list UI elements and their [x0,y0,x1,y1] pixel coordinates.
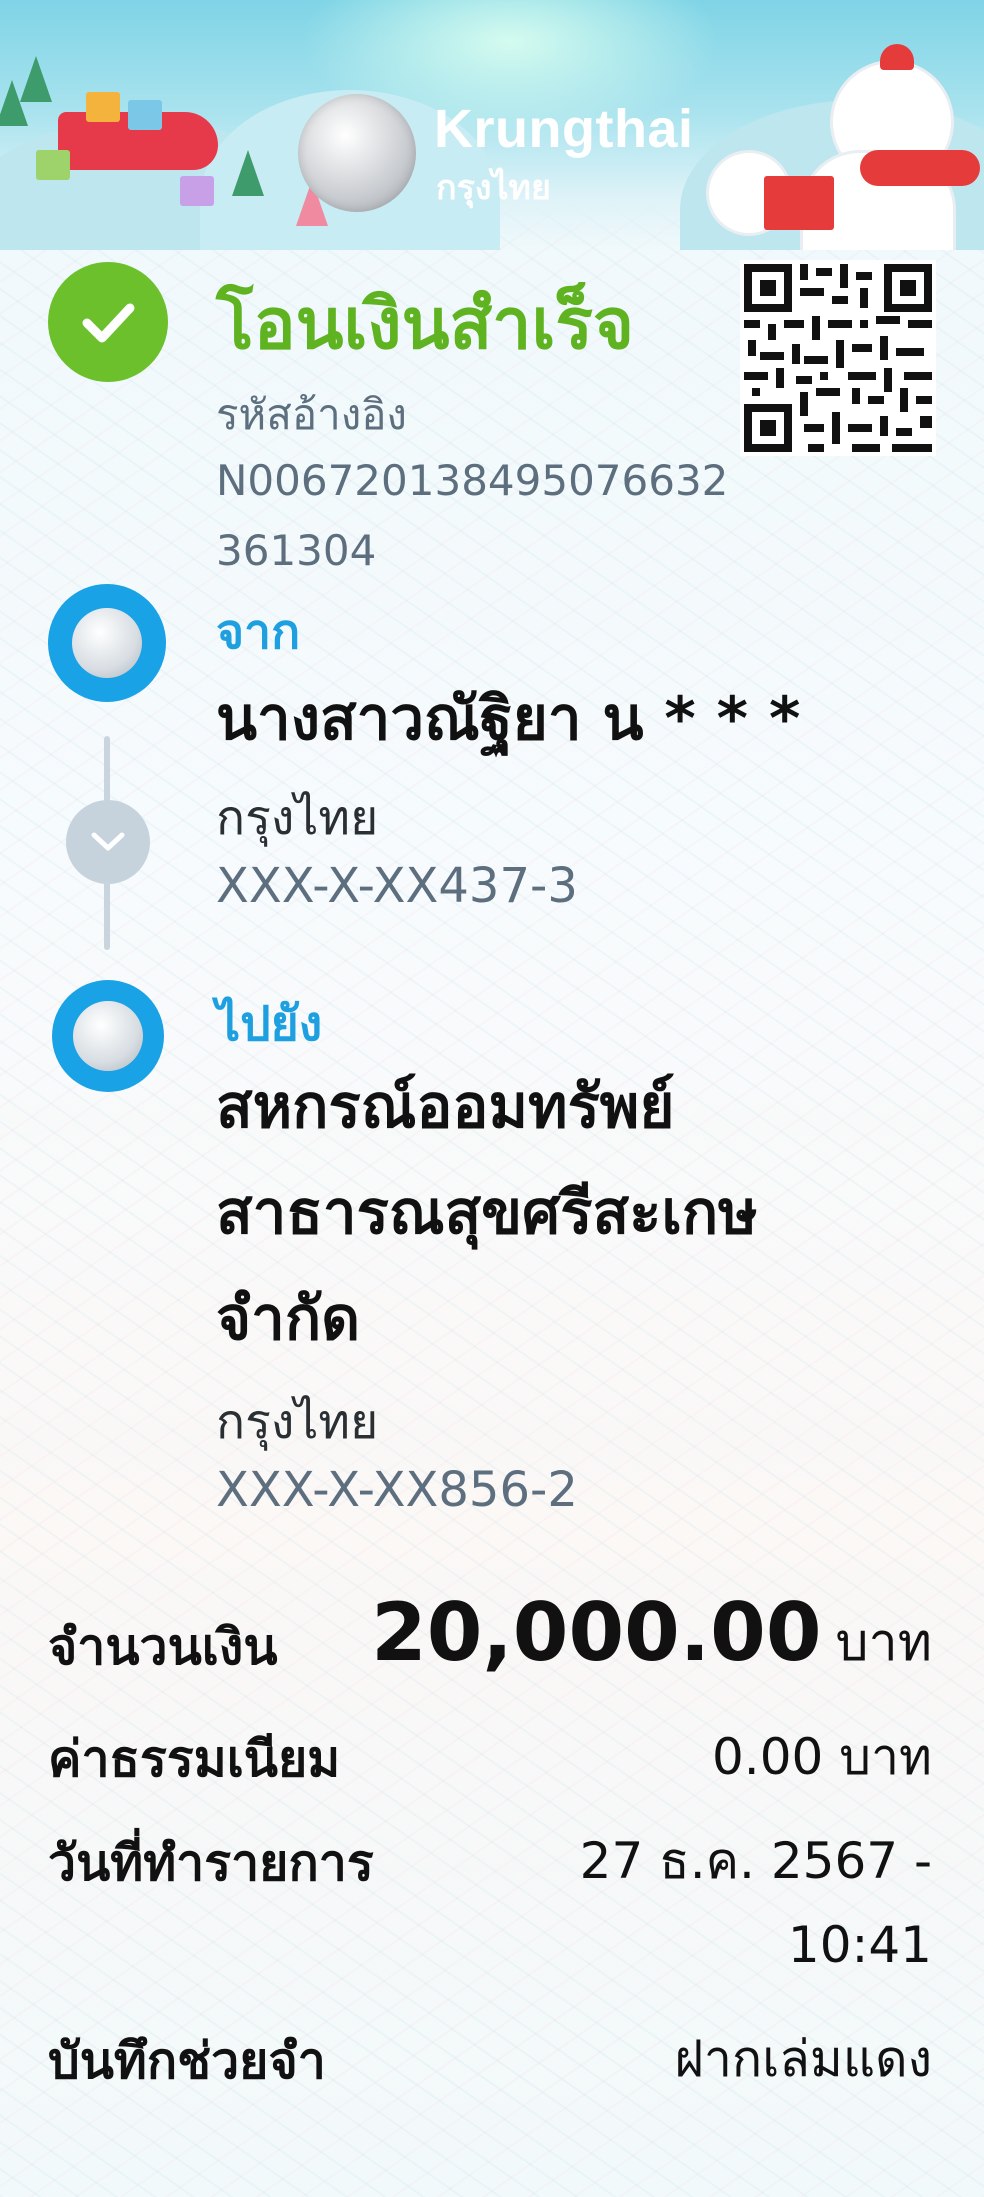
chevron-down-icon [66,800,150,884]
gift-decoration [86,92,120,122]
time-value: 10:41 [787,1916,932,1974]
header-banner: Krungthai กรุงไทย [0,0,984,250]
amount-label: จำนวนเงิน [48,1618,278,1676]
tree-decoration [232,150,264,196]
to-bank-name: กรุงไทย [216,1394,379,1450]
reference-label: รหัสอ้างอิง [216,390,407,439]
fee-value: 0.00 บาท [712,1728,932,1786]
from-label: จาก [216,604,301,660]
gift-decoration [128,100,162,130]
connector-line [104,880,110,950]
gift-decoration [36,150,70,180]
amount-unit: บาท [835,1613,932,1673]
success-title: โอนเงินสำเร็จ [216,283,635,365]
from-bank-avatar [48,584,166,702]
to-bank-avatar [52,980,164,1092]
gift-decoration [180,176,214,206]
to-label: ไปยัง [216,996,323,1052]
brand-name-th: กรุงไทย [436,168,551,208]
to-account-number: XXX-X-XX856-2 [216,1462,578,1518]
brand-name-en: Krungthai [434,99,694,159]
krungthai-logo-icon [72,608,142,678]
krungthai-logo-icon [298,94,416,212]
gift-decoration [764,176,834,230]
reference-value: N006720138495076632361304 [216,456,729,575]
memo-value: ฝากเล่มแดง [674,2030,932,2088]
krungthai-logo-icon [73,1001,143,1071]
from-account-number: XXX-X-XX437-3 [216,858,578,914]
scarf-decoration [860,150,980,186]
amount-value: 20,000.00 [371,1586,822,1679]
check-icon [48,262,168,382]
qr-code-icon[interactable] [740,260,936,456]
from-name: นางสาวณัฐิยา น * * * [216,684,801,754]
date-label: วันที่ทำรายการ [48,1834,374,1892]
connector-line [104,736,110,806]
date-value: 27 ธ.ค. 2567 - [579,1832,932,1890]
from-bank-name: กรุงไทย [216,790,379,846]
tree-decoration [0,80,28,126]
santa-hat-decoration [880,44,914,70]
to-name: สหกรณ์ออมทรัพย์สาธารณสุขศรีสะเกษจำกัด [216,1072,758,1354]
fee-label: ค่าธรรมเนียม [48,1730,341,1788]
memo-label: บันทึกช่วยจำ [48,2032,326,2090]
amount-value-row: 20,000.00 บาท [371,1586,932,1683]
